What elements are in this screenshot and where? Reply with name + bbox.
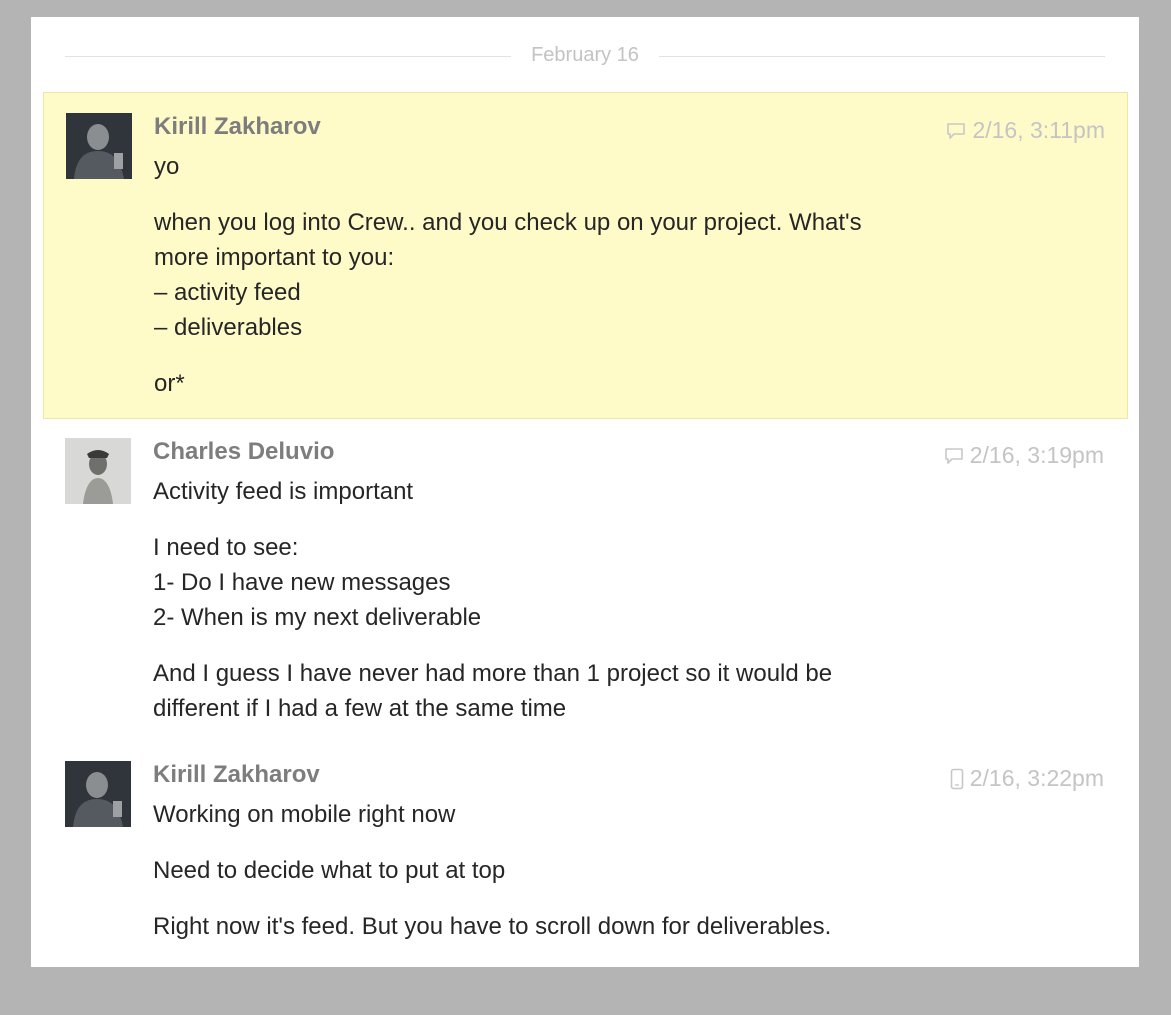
author-name[interactable]: Kirill Zakharov bbox=[154, 113, 321, 141]
message-meta: 2/16, 3:22pm bbox=[950, 765, 1104, 792]
message-line: yo bbox=[154, 153, 180, 180]
message-line: 2- When is my next deliverable bbox=[153, 604, 482, 631]
message-line: – activity feed bbox=[154, 279, 301, 306]
message-paragraph: And I guess I have never had more than 1… bbox=[153, 656, 1083, 726]
message-item[interactable]: Kirill Zakharov 2/16, 3:11pm yo when you… bbox=[43, 92, 1128, 419]
message-paragraph: Right now it's feed. But you have to scr… bbox=[153, 909, 1083, 944]
message-line: I need to see: bbox=[153, 534, 299, 561]
message-paragraph: yo bbox=[154, 149, 1084, 184]
message-line: Working on mobile right now bbox=[153, 801, 456, 828]
message-thread-panel: February 16 Kirill Zakharov 2/16, 3:11pm… bbox=[31, 17, 1139, 967]
message-timestamp[interactable]: 2/16, 3:22pm bbox=[970, 765, 1104, 792]
message-paragraph: when you log into Crew.. and you check u… bbox=[154, 205, 1084, 345]
divider-line-left bbox=[65, 56, 511, 57]
date-divider: February 16 bbox=[65, 41, 1105, 71]
mobile-phone-icon bbox=[950, 768, 964, 790]
message-paragraph: Activity feed is important bbox=[153, 474, 1083, 509]
message-timestamp[interactable]: 2/16, 3:11pm bbox=[972, 117, 1105, 144]
message-line: And I guess I have never had more than 1… bbox=[153, 660, 833, 687]
avatar[interactable] bbox=[66, 113, 132, 179]
message-line: Need to decide what to put at top bbox=[153, 857, 506, 884]
message-line: Activity feed is important bbox=[153, 478, 414, 505]
message-line: Right now it's feed. But you have to scr… bbox=[153, 913, 832, 940]
message-paragraph: Need to decide what to put at top bbox=[153, 853, 1083, 888]
message-line: different if I had a few at the same tim… bbox=[153, 695, 567, 722]
message-body: Activity feed is important I need to see… bbox=[153, 474, 1083, 747]
message-line: or* bbox=[154, 370, 185, 397]
author-name[interactable]: Charles Deluvio bbox=[153, 438, 334, 466]
message-body: Working on mobile right now Need to deci… bbox=[153, 797, 1083, 965]
message-paragraph: I need to see: 1- Do I have new messages… bbox=[153, 530, 1083, 635]
message-line: more important to you: bbox=[154, 244, 395, 271]
divider-line-right bbox=[659, 56, 1105, 57]
chat-bubble-icon bbox=[946, 122, 966, 140]
chat-bubble-icon bbox=[944, 447, 964, 465]
message-line: when you log into Crew.. and you check u… bbox=[154, 209, 862, 236]
message-meta: 2/16, 3:11pm bbox=[946, 117, 1105, 144]
avatar[interactable] bbox=[65, 761, 131, 827]
message-body: yo when you log into Crew.. and you chec… bbox=[154, 149, 1084, 422]
date-divider-label: February 16 bbox=[531, 44, 639, 66]
message-line: – deliverables bbox=[154, 314, 303, 341]
message-paragraph: Working on mobile right now bbox=[153, 797, 1083, 832]
avatar[interactable] bbox=[65, 438, 131, 504]
message-item[interactable]: Kirill Zakharov 2/16, 3:22pm Working on … bbox=[43, 741, 1126, 967]
message-timestamp[interactable]: 2/16, 3:19pm bbox=[970, 442, 1104, 469]
message-item[interactable]: Charles Deluvio 2/16, 3:19pm Activity fe… bbox=[43, 418, 1126, 738]
message-line: 1- Do I have new messages bbox=[153, 569, 451, 596]
message-meta: 2/16, 3:19pm bbox=[944, 442, 1104, 469]
message-paragraph: or* bbox=[154, 366, 1084, 401]
author-name[interactable]: Kirill Zakharov bbox=[153, 761, 320, 789]
